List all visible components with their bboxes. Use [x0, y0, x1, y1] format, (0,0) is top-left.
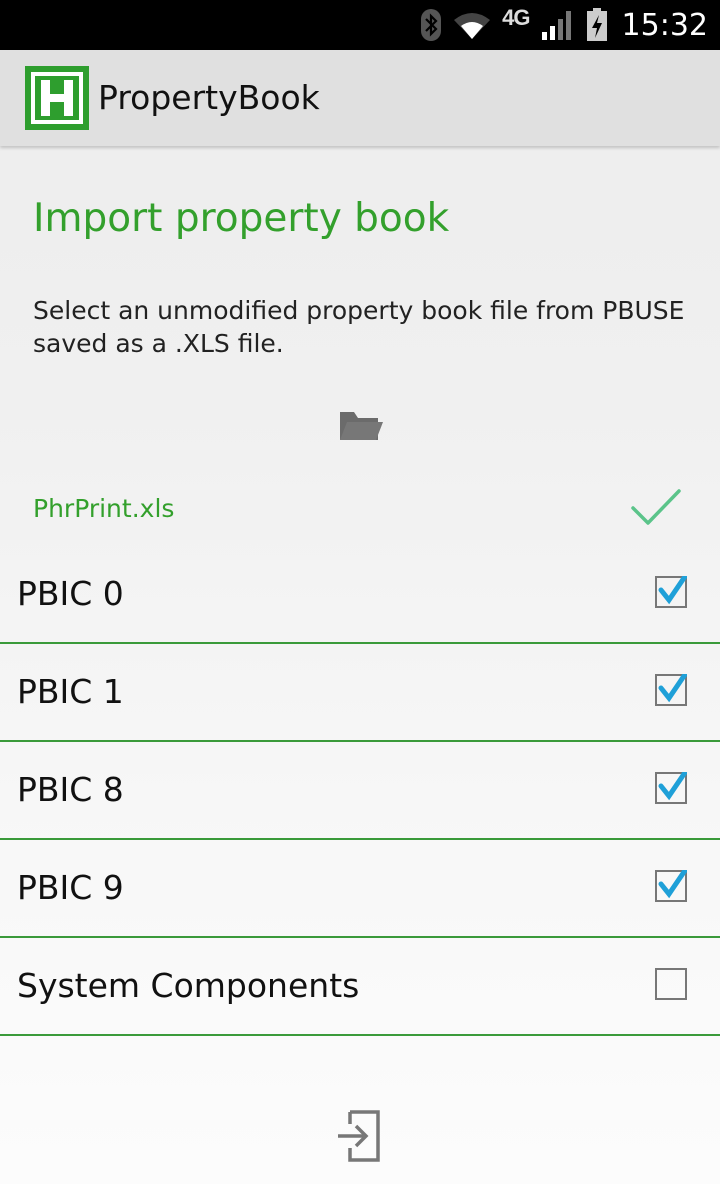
signal-icon — [541, 11, 571, 40]
checkmark-icon — [631, 489, 681, 525]
checkbox-unchecked-icon[interactable] — [655, 968, 687, 1000]
checkbox-checked-icon[interactable] — [655, 576, 687, 608]
status-icons: 4G 15:32 — [420, 0, 708, 50]
status-bar: 4G 15:32 — [0, 0, 720, 50]
list-item-label: System Components — [17, 966, 360, 1005]
checkbox-checked-icon[interactable] — [655, 772, 687, 804]
list-item-pbic-8[interactable]: PBIC 8 — [0, 742, 720, 840]
list-item-system-components[interactable]: System Components — [0, 938, 720, 1036]
checkbox-checked-icon[interactable] — [655, 870, 687, 902]
battery-charging-icon — [586, 8, 607, 41]
checkbox-checked-icon[interactable] — [655, 674, 687, 706]
wifi-icon — [454, 13, 491, 39]
instructions-text: Select an unmodified property book file … — [33, 296, 685, 358]
folder-open-icon[interactable] — [338, 406, 384, 444]
list-item-label: PBIC 9 — [17, 868, 124, 907]
list-item-pbic-0[interactable]: PBIC 0 — [0, 546, 720, 644]
list-item-pbic-1[interactable]: PBIC 1 — [0, 644, 720, 742]
page-title: Import property book — [33, 196, 450, 241]
list-item-label: PBIC 0 — [17, 574, 124, 613]
app-logo-icon[interactable] — [25, 66, 89, 130]
list-item-label: PBIC 1 — [17, 672, 124, 711]
selected-file-name: PhrPrint.xls — [33, 494, 175, 523]
action-bar: PropertyBook — [0, 50, 720, 146]
app-title: PropertyBook — [98, 78, 320, 117]
status-time: 15:32 — [621, 7, 708, 43]
bluetooth-icon — [421, 9, 442, 41]
list-item-pbic-9[interactable]: PBIC 9 — [0, 840, 720, 938]
network-type-label: 4G — [502, 5, 530, 30]
category-list: PBIC 0 PBIC 1 PBIC 8 PBIC 9 System Compo… — [0, 546, 720, 1036]
import-sign-in-icon[interactable] — [336, 1110, 382, 1162]
list-item-label: PBIC 8 — [17, 770, 124, 809]
